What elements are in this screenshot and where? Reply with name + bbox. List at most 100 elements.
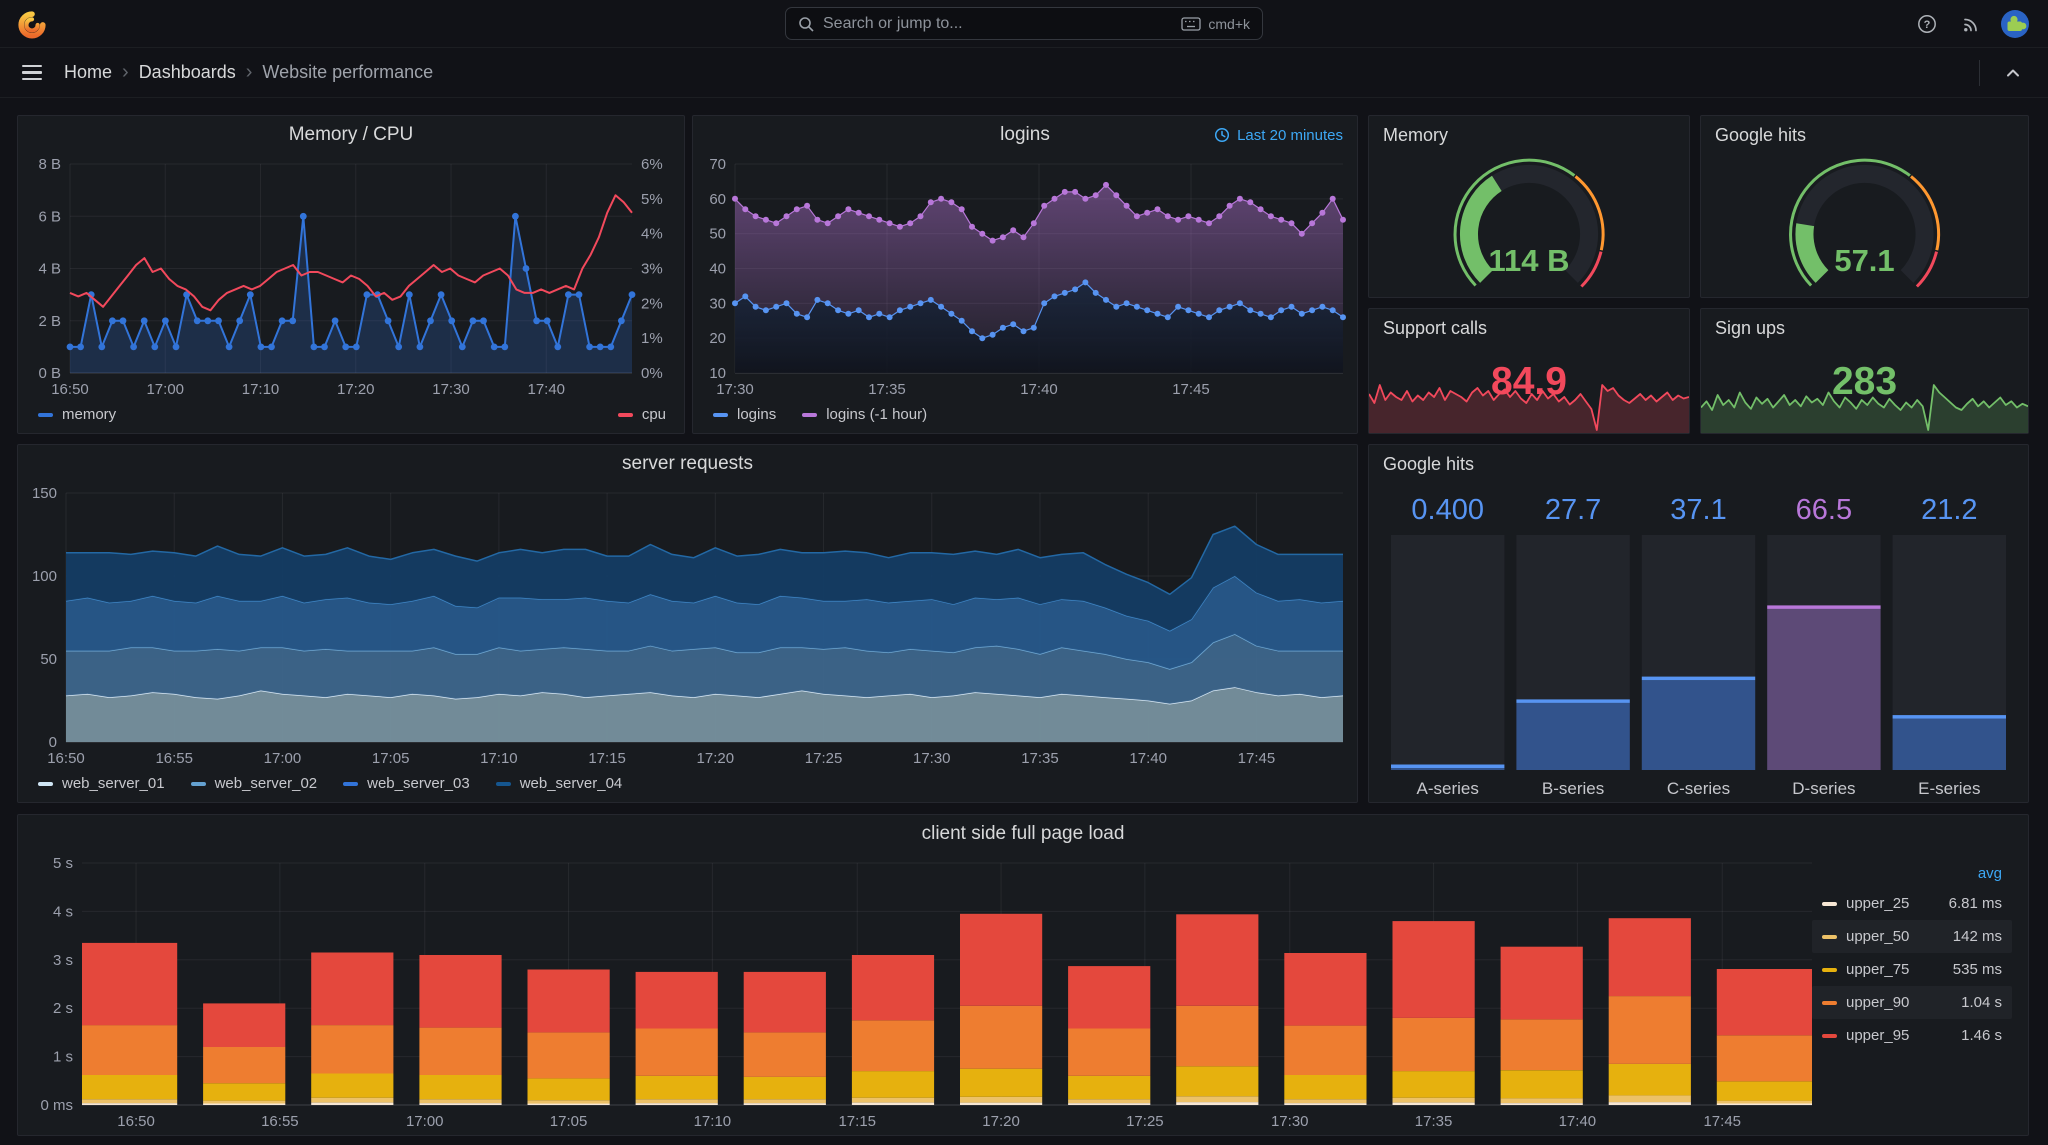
svg-text:17:05: 17:05 bbox=[372, 750, 410, 767]
svg-text:17:00: 17:00 bbox=[146, 381, 184, 398]
legend-value: 6.81 ms bbox=[1948, 895, 2002, 912]
legend-item[interactable]: web_server_01 bbox=[38, 775, 165, 792]
svg-text:17:20: 17:20 bbox=[982, 1113, 1020, 1130]
panel-title[interactable]: logins bbox=[1000, 124, 1050, 146]
legend-swatch bbox=[1822, 967, 1837, 972]
legend-swatch bbox=[38, 412, 53, 417]
svg-text:17:10: 17:10 bbox=[242, 381, 280, 398]
panel-title[interactable]: server requests bbox=[622, 453, 753, 475]
svg-text:0: 0 bbox=[49, 734, 57, 751]
page-load-chart[interactable]: 0 ms 1 s 2 s 3 s 4 s 5 s 16:50 16:55 17:00 17:05 1… bbox=[18, 853, 2028, 1135]
sign-ups-chart[interactable]: 283 bbox=[1701, 347, 2028, 433]
legend-item[interactable]: memory bbox=[38, 406, 116, 423]
memory-cpu-chart[interactable]: 0 B 2 B 4 B 6 B 8 B 0% 1% 2% 3% 4% 5% 6% 16:50 17:00 1… bbox=[18, 154, 684, 403]
breadcrumb-home[interactable]: Home bbox=[64, 62, 112, 83]
svg-text:17:00: 17:00 bbox=[264, 750, 302, 767]
legend-swatch bbox=[617, 412, 633, 417]
panel-title[interactable]: Memory / CPU bbox=[289, 124, 414, 146]
svg-text:17:25: 17:25 bbox=[805, 750, 843, 767]
svg-text:17:30: 17:30 bbox=[1271, 1113, 1309, 1130]
subnav-actions bbox=[1979, 56, 2030, 90]
svg-text:16:55: 16:55 bbox=[261, 1113, 299, 1130]
svg-text:30: 30 bbox=[709, 295, 726, 312]
rss-icon bbox=[1964, 18, 1977, 31]
grafana-logo[interactable] bbox=[16, 8, 48, 40]
legend-item[interactable]: logins (-1 hour) bbox=[802, 406, 927, 423]
svg-text:17:10: 17:10 bbox=[694, 1113, 732, 1130]
breadcrumb-current: Website performance bbox=[262, 62, 434, 82]
legend-row[interactable]: upper_25 6.81 ms bbox=[1812, 887, 2012, 920]
svg-text:0 ms: 0 ms bbox=[40, 1097, 73, 1114]
panel-title[interactable]: Support calls bbox=[1383, 318, 1487, 339]
legend-row[interactable]: upper_50 142 ms bbox=[1812, 920, 2012, 953]
breadcrumb-dashboards[interactable]: Dashboards bbox=[139, 62, 236, 83]
legend-swatch bbox=[1822, 1033, 1837, 1038]
legend-swatch bbox=[38, 781, 53, 786]
panel-title[interactable]: client side full page load bbox=[922, 823, 1125, 845]
legend-label: web_server_03 bbox=[367, 775, 470, 792]
svg-text:?: ? bbox=[1924, 19, 1931, 31]
user-avatar[interactable] bbox=[1998, 7, 2032, 41]
avatar-icon bbox=[2001, 9, 2029, 38]
panel-google-hits-gauge: Google hits 57.1 bbox=[1700, 115, 2029, 298]
news-button[interactable] bbox=[1954, 7, 1988, 41]
svg-text:17:45: 17:45 bbox=[1238, 750, 1276, 767]
search-placeholder: Search or jump to... bbox=[823, 14, 963, 32]
logins-legend: logins logins (-1 hour) bbox=[693, 403, 1357, 433]
svg-text:37.1: 37.1 bbox=[1670, 494, 1726, 526]
panel-logins: logins Last 20 minutes 10 20 30 40 50 60 70 17:… bbox=[692, 115, 1358, 434]
legend-item[interactable]: cpu bbox=[617, 406, 666, 423]
svg-text:17:35: 17:35 bbox=[1415, 1113, 1453, 1130]
legend-value: 535 ms bbox=[1952, 961, 2002, 978]
panel-server-requests: server requests 0 50 100 150 16:50 16:55 17:00… bbox=[17, 444, 1358, 803]
svg-text:17:30: 17:30 bbox=[913, 750, 951, 767]
legend-item[interactable]: logins bbox=[713, 406, 776, 423]
panel-title[interactable]: Sign ups bbox=[1715, 318, 1785, 339]
server-requests-chart[interactable]: 0 50 100 150 16:50 16:55 17:00 17:05 17:10 17:15 1… bbox=[18, 483, 1357, 772]
legend-row[interactable]: upper_95 1.46 s bbox=[1812, 1019, 2012, 1052]
svg-text:4%: 4% bbox=[641, 226, 663, 243]
legend-item[interactable]: web_server_03 bbox=[343, 775, 470, 792]
menu-toggle[interactable] bbox=[18, 61, 46, 84]
svg-text:84.9: 84.9 bbox=[1491, 360, 1567, 403]
svg-text:57.1: 57.1 bbox=[1834, 243, 1894, 278]
collapse-button[interactable] bbox=[1996, 56, 2030, 90]
time-range-badge[interactable]: Last 20 minutes bbox=[1214, 116, 1343, 154]
google-hits-gauge-chart[interactable]: 57.1 bbox=[1701, 154, 2028, 297]
legend-row[interactable]: upper_90 1.04 s bbox=[1812, 986, 2012, 1019]
legend-swatch bbox=[802, 412, 818, 417]
legend-value: 142 ms bbox=[1952, 928, 2002, 945]
legend-label: upper_90 bbox=[1846, 994, 1910, 1011]
legend-item[interactable]: web_server_02 bbox=[190, 775, 317, 792]
legend-item[interactable]: web_server_04 bbox=[495, 775, 622, 792]
memory-gauge-chart[interactable]: 114 B bbox=[1369, 154, 1689, 297]
logins-chart[interactable]: 10 20 30 40 50 60 70 17:30 17:35 17:40 17:45 bbox=[693, 154, 1357, 403]
svg-text:17:40: 17:40 bbox=[1020, 381, 1058, 398]
svg-text:27.7: 27.7 bbox=[1545, 494, 1601, 526]
panel-title[interactable]: Google hits bbox=[1383, 454, 1474, 475]
svg-text:6 B: 6 B bbox=[38, 208, 61, 225]
search-input[interactable]: Search or jump to... cmd+k bbox=[785, 7, 1263, 40]
svg-text:100: 100 bbox=[32, 568, 57, 585]
svg-text:3%: 3% bbox=[641, 261, 663, 278]
chevron-up-icon bbox=[2007, 69, 2019, 76]
svg-text:50: 50 bbox=[40, 651, 57, 668]
svg-text:17:45: 17:45 bbox=[1703, 1113, 1741, 1130]
svg-text:60: 60 bbox=[709, 191, 726, 208]
svg-text:17:15: 17:15 bbox=[838, 1113, 876, 1130]
panel-title[interactable]: Memory bbox=[1383, 125, 1448, 146]
panel-title[interactable]: Google hits bbox=[1715, 125, 1806, 146]
google-hits-bars-chart[interactable]: 0.400 A-series 27.7 B-series 37.1 C-series 66.… bbox=[1369, 483, 2028, 802]
svg-text:21.2: 21.2 bbox=[1921, 494, 1977, 526]
breadcrumb-bar: Home › Dashboards › Website performance bbox=[0, 48, 2048, 98]
legend-row[interactable]: upper_75 535 ms bbox=[1812, 953, 2012, 986]
memory-cpu-legend: memory cpu bbox=[18, 403, 684, 433]
svg-text:17:40: 17:40 bbox=[1129, 750, 1167, 767]
svg-text:0%: 0% bbox=[641, 365, 663, 382]
svg-text:2 s: 2 s bbox=[53, 1000, 73, 1017]
svg-text:150: 150 bbox=[32, 485, 57, 502]
support-calls-chart[interactable]: 84.9 bbox=[1369, 347, 1689, 433]
svg-text:16:50: 16:50 bbox=[117, 1113, 155, 1130]
svg-text:5%: 5% bbox=[641, 191, 663, 208]
help-button[interactable]: ? bbox=[1910, 7, 1944, 41]
